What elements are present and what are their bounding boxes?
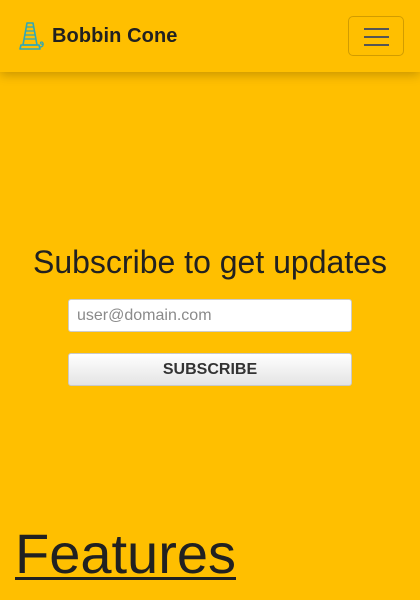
navbar: Bobbin Cone (0, 0, 420, 72)
subscribe-title: Subscribe to get updates (32, 244, 387, 280)
subscribe-section: Subscribe to get updates SUBSCRIBE (0, 238, 420, 386)
subscribe-button[interactable]: SUBSCRIBE (68, 353, 352, 386)
navbar-toggle-button[interactable] (348, 16, 404, 56)
thread-cone-icon (19, 22, 44, 50)
brand-name: Bobbin Cone (52, 24, 178, 47)
brand-link[interactable]: Bobbin Cone (16, 20, 178, 52)
features-heading[interactable]: Features (15, 522, 236, 586)
email-input[interactable] (68, 299, 352, 332)
hamburger-menu-icon (364, 28, 389, 46)
